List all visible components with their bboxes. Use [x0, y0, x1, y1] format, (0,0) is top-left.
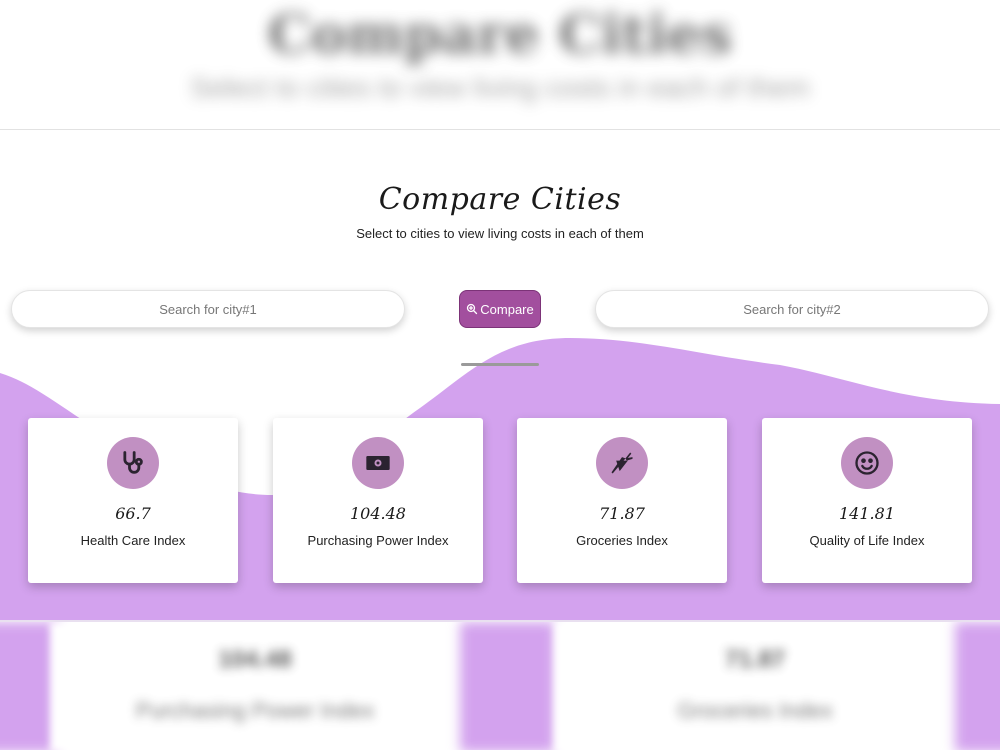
card-label: Quality of Life Index	[809, 533, 925, 548]
background-header: Compare Cities Select to cities to view …	[0, 0, 1000, 130]
section-divider	[461, 363, 539, 366]
card-purchasing-power: 104.48 Purchasing Power Index	[273, 418, 483, 583]
carrot-icon	[596, 437, 648, 489]
card-label: Health Care Index	[80, 533, 186, 548]
background-bottom-section: 104.48 Purchasing Power Index 71.87 Groc…	[0, 620, 1000, 750]
background-card-value: 71.87	[724, 646, 786, 673]
card-health-care: 66.7 Health Care Index	[28, 418, 238, 583]
money-bill-icon	[352, 437, 404, 489]
page-title: Compare Cities	[378, 182, 622, 217]
background-card-value: 104.48	[218, 646, 292, 673]
background-card-label: Purchasing Power Index	[135, 698, 375, 723]
card-value: 66.7	[115, 504, 151, 523]
smile-icon	[841, 437, 893, 489]
card-groceries: 71.87 Groceries Index	[517, 418, 727, 583]
zoom-search-icon	[467, 303, 478, 315]
city1-search-input[interactable]	[11, 290, 405, 328]
page-subtitle: Select to cities to view living costs in…	[356, 226, 644, 241]
card-value: 104.48	[350, 504, 406, 523]
background-panel	[555, 622, 955, 750]
compare-button-label: Compare	[480, 301, 534, 317]
background-panel	[50, 622, 460, 750]
card-value: 71.87	[599, 504, 645, 523]
card-label: Purchasing Power Index	[307, 533, 449, 548]
decorative-stripe	[460, 622, 555, 750]
stethoscope-icon	[107, 437, 159, 489]
compare-button[interactable]: Compare	[459, 290, 541, 328]
decorative-stripe	[955, 622, 1000, 750]
card-value: 141.81	[839, 504, 895, 523]
city2-search-input[interactable]	[595, 290, 989, 328]
background-subtitle: Select to cities to view living costs in…	[190, 72, 810, 103]
background-title: Compare Cities	[267, 2, 733, 66]
background-card-label: Groceries Index	[677, 698, 833, 723]
card-label: Groceries Index	[576, 533, 668, 548]
card-quality-of-life: 141.81 Quality of Life Index	[762, 418, 972, 583]
